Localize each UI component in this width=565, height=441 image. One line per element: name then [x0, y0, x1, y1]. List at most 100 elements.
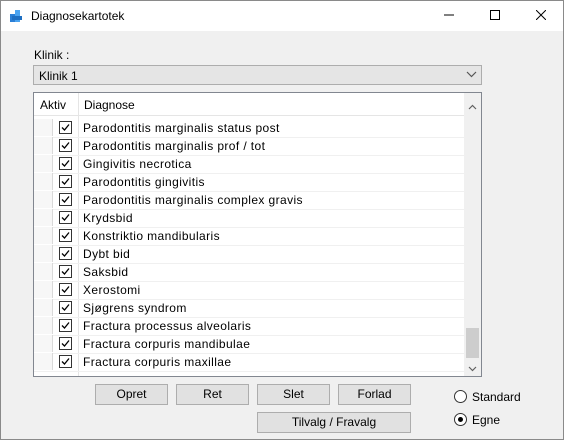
- aktiv-checkbox[interactable]: [59, 121, 72, 134]
- row-selector[interactable]: [34, 191, 53, 208]
- ret-button[interactable]: Ret: [176, 384, 249, 405]
- klinik-selected-value: Klinik 1: [39, 69, 78, 83]
- row-selector[interactable]: [34, 155, 53, 172]
- radio-egne-label: Egne: [472, 413, 501, 427]
- check-icon: [61, 142, 70, 149]
- forlad-button[interactable]: Forlad: [338, 384, 411, 405]
- table-row[interactable]: Konstriktio mandibularis: [34, 227, 464, 246]
- table-row[interactable]: Fractura processus alveolaris: [34, 317, 464, 336]
- tilvalg-fravalg-button[interactable]: Tilvalg / Fravalg: [257, 412, 411, 433]
- check-icon: [61, 124, 70, 131]
- row-selector[interactable]: [34, 317, 53, 334]
- row-selector[interactable]: [34, 245, 53, 262]
- chevron-up-icon: [468, 99, 477, 113]
- diagnose-cell: Parodontitis gingivitis: [83, 175, 205, 189]
- row-selector[interactable]: [34, 353, 53, 370]
- table-row[interactable]: Saksbid: [34, 263, 464, 282]
- aktiv-checkbox[interactable]: [59, 319, 72, 332]
- table-row[interactable]: Dybt bid: [34, 245, 464, 264]
- radio-egne[interactable]: Egne: [454, 411, 554, 429]
- row-selector[interactable]: [34, 119, 53, 136]
- maximize-icon: [490, 9, 500, 23]
- check-icon: [61, 196, 70, 203]
- row-selector[interactable]: [34, 281, 53, 298]
- aktiv-checkbox[interactable]: [59, 265, 72, 278]
- aktiv-checkbox[interactable]: [59, 301, 72, 314]
- chevron-down-icon: [466, 69, 477, 83]
- row-selector[interactable]: [34, 263, 53, 280]
- table-row[interactable]: Fractura corpuris maxillae: [34, 353, 464, 372]
- radio-standard[interactable]: Standard: [454, 388, 554, 406]
- close-icon: [535, 9, 547, 23]
- grid-header: Aktiv Diagnose: [34, 93, 464, 116]
- aktiv-checkbox[interactable]: [59, 337, 72, 350]
- klinik-select[interactable]: Klinik 1: [33, 65, 482, 85]
- row-selector[interactable]: [34, 173, 53, 190]
- chevron-down-icon: [468, 361, 477, 375]
- check-icon: [61, 178, 70, 185]
- table-row[interactable]: Parodontitis marginalis status post: [34, 119, 464, 138]
- table-row[interactable]: Xerostomi: [34, 281, 464, 300]
- slet-button[interactable]: Slet: [257, 384, 330, 405]
- close-button[interactable]: [518, 1, 564, 31]
- aktiv-checkbox[interactable]: [59, 355, 72, 368]
- window-title: Diagnosekartotek: [31, 9, 125, 23]
- diagnose-cell: Fractura corpuris mandibulae: [83, 337, 251, 351]
- check-icon: [61, 304, 70, 311]
- aktiv-checkbox[interactable]: [59, 229, 72, 242]
- row-selector[interactable]: [34, 137, 53, 154]
- maximize-button[interactable]: [472, 1, 518, 31]
- row-selector[interactable]: [34, 227, 53, 244]
- klinik-label: Klinik :: [34, 48, 70, 62]
- title-bar[interactable]: Diagnosekartotek: [1, 1, 563, 31]
- diagnose-cell: Xerostomi: [83, 283, 141, 297]
- table-row[interactable]: Parodontitis gingivitis: [34, 173, 464, 192]
- table-row[interactable]: Krydsbid: [34, 209, 464, 228]
- diagnose-cell: Konstriktio mandibularis: [83, 229, 220, 243]
- diagnose-cell: Krydsbid: [83, 211, 133, 225]
- check-icon: [61, 250, 70, 257]
- check-icon: [61, 214, 70, 221]
- scroll-up-button[interactable]: [464, 97, 481, 114]
- header-aktiv[interactable]: Aktiv: [34, 93, 79, 115]
- diagnose-cell: Parodontitis marginalis complex gravis: [83, 193, 303, 207]
- check-icon: [61, 232, 70, 239]
- opret-button[interactable]: Opret: [95, 384, 168, 405]
- diagnose-cell: Sjøgrens syndrom: [83, 301, 187, 315]
- row-selector[interactable]: [34, 209, 53, 226]
- check-icon: [61, 322, 70, 329]
- minimize-icon: [444, 9, 454, 23]
- aktiv-checkbox[interactable]: [59, 211, 72, 224]
- aktiv-checkbox[interactable]: [59, 139, 72, 152]
- scroll-thumb[interactable]: [466, 328, 479, 358]
- aktiv-checkbox[interactable]: [59, 247, 72, 260]
- aktiv-checkbox[interactable]: [59, 193, 72, 206]
- radio-egne-circle[interactable]: [454, 413, 467, 426]
- table-row[interactable]: Parodontitis marginalis prof / tot: [34, 137, 464, 156]
- row-selector[interactable]: [34, 335, 53, 352]
- diagnose-cell: Gingivitis necrotica: [83, 157, 192, 171]
- table-row[interactable]: Gingivitis necrotica: [34, 155, 464, 174]
- aktiv-checkbox[interactable]: [59, 157, 72, 170]
- diagnosekartotek-window: Diagnosekartotek Klinik : Klinik 1 Aktiv…: [0, 0, 564, 440]
- aktiv-checkbox[interactable]: [59, 175, 72, 188]
- header-diagnose-label: Diagnose: [84, 98, 135, 112]
- table-row[interactable]: Sjøgrens syndrom: [34, 299, 464, 318]
- app-icon: [10, 9, 24, 23]
- minimize-button[interactable]: [426, 1, 472, 31]
- check-icon: [61, 268, 70, 275]
- check-icon: [61, 286, 70, 293]
- aktiv-checkbox[interactable]: [59, 283, 72, 296]
- row-selector[interactable]: [34, 299, 53, 316]
- table-row[interactable]: Parodontitis marginalis complex gravis: [34, 191, 464, 210]
- diagnose-grid[interactable]: Aktiv Diagnose Parodontitis marginalis s…: [33, 92, 482, 377]
- scroll-down-button[interactable]: [464, 359, 481, 376]
- diagnose-cell: Dybt bid: [83, 247, 131, 261]
- diagnose-cell: Parodontitis marginalis prof / tot: [83, 139, 266, 153]
- radio-standard-circle[interactable]: [454, 390, 467, 403]
- vertical-scrollbar[interactable]: [464, 93, 481, 376]
- radio-standard-label: Standard: [472, 390, 521, 404]
- header-aktiv-label: Aktiv: [40, 98, 67, 112]
- table-row[interactable]: Fractura corpuris mandibulae: [34, 335, 464, 354]
- check-icon: [61, 340, 70, 347]
